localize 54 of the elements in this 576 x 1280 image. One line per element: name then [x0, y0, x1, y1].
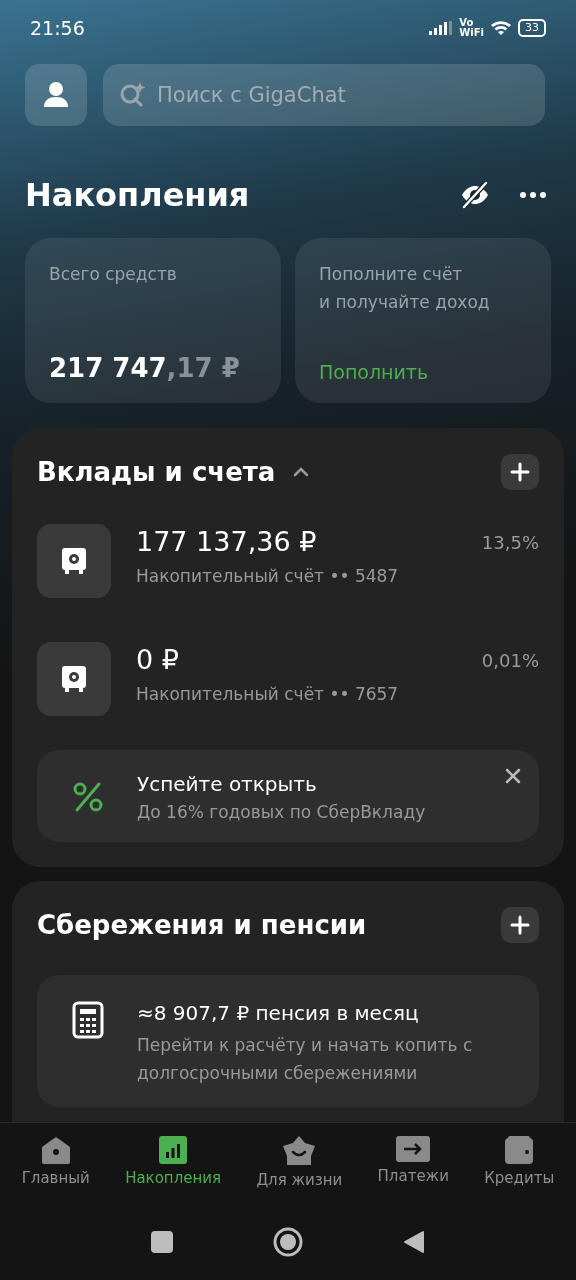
total-amount: 217 747,17 ₽: [49, 353, 241, 383]
add-button[interactable]: [501, 907, 539, 943]
nav-tab[interactable]: Главный: [21, 1123, 90, 1211]
person-icon: [43, 81, 69, 109]
promo-banner[interactable]: Успейте открыть До 16% годовых по СберВкладу: [37, 750, 539, 842]
chevron-icon[interactable]: [293, 467, 310, 477]
promo-subtitle: До 16% годовых по СберВкладу: [137, 802, 427, 822]
profile-button[interactable]: [25, 64, 87, 126]
account-balance: 0 ₽: [136, 643, 180, 677]
section-title: Сбережения и пенсии: [37, 910, 367, 940]
status-time: 21:56: [30, 17, 85, 39]
nav-tab[interactable]: Платежи: [377, 1123, 449, 1211]
percent-icon: [71, 780, 105, 814]
interest-rate: 13,5%: [481, 531, 539, 553]
recents-button[interactable]: [151, 1230, 173, 1253]
add-button[interactable]: [501, 454, 539, 490]
safe-icon: [37, 642, 111, 716]
plus-icon: [510, 915, 530, 935]
more-icon[interactable]: [520, 192, 546, 198]
account-name: Накопительный счёт •• 5487: [136, 566, 400, 586]
pension-card[interactable]: ≈8 907,7 ₽ пенсия в месяц Перейти к расчёту и начать копить с долгосрочными сбережениями: [37, 975, 539, 1107]
pension-estimate: ≈8 907,7 ₽ пенсия в месяц: [137, 1001, 420, 1025]
topup-text: Пополните счёт и получайте доход: [319, 263, 491, 314]
arrow-card-icon: [395, 1135, 432, 1163]
plus-icon: [510, 462, 530, 482]
smiley-star-icon: [281, 1135, 318, 1167]
safe-icon: [37, 524, 111, 598]
nav-tab[interactable]: Накопления: [125, 1123, 222, 1211]
account-balance: 177 137,36 ₽: [136, 525, 318, 559]
topup-card[interactable]: Пополните счёт и получайте доход Пополнить: [295, 238, 551, 403]
section-title: Вклады и счета: [37, 457, 276, 487]
search-icon: [119, 81, 147, 109]
promo-title: Успейте открыть: [137, 772, 318, 796]
bar-chart-icon: [158, 1135, 189, 1165]
battery-indicator: 33: [518, 19, 546, 37]
close-icon[interactable]: [505, 768, 521, 784]
nav-tab[interactable]: Для жизни: [256, 1123, 343, 1211]
topup-link[interactable]: Пополнить: [319, 361, 533, 383]
pension-description: Перейти к расчёту и начать копить с долгосрочными сбережениями: [137, 1034, 474, 1085]
hide-balance-icon[interactable]: [460, 181, 490, 209]
total-card[interactable]: Всего средств 217 747,17 ₽: [25, 238, 281, 403]
back-button[interactable]: [403, 1229, 425, 1254]
vowifi-label: Vo WiFi: [459, 18, 484, 38]
interest-rate: 0,01%: [481, 649, 539, 671]
signal-icon: [429, 21, 454, 35]
nav-tab[interactable]: Кредиты: [484, 1123, 555, 1211]
total-label: Всего средств: [49, 263, 178, 286]
wallet-icon: [504, 1135, 535, 1165]
account-name: Накопительный счёт •• 7657: [136, 684, 400, 704]
page-title: Накопления: [25, 176, 250, 214]
calculator-icon: [71, 1001, 105, 1039]
home-button[interactable]: [273, 1226, 303, 1257]
wifi-icon: [490, 20, 512, 36]
home-icon: [39, 1135, 72, 1165]
